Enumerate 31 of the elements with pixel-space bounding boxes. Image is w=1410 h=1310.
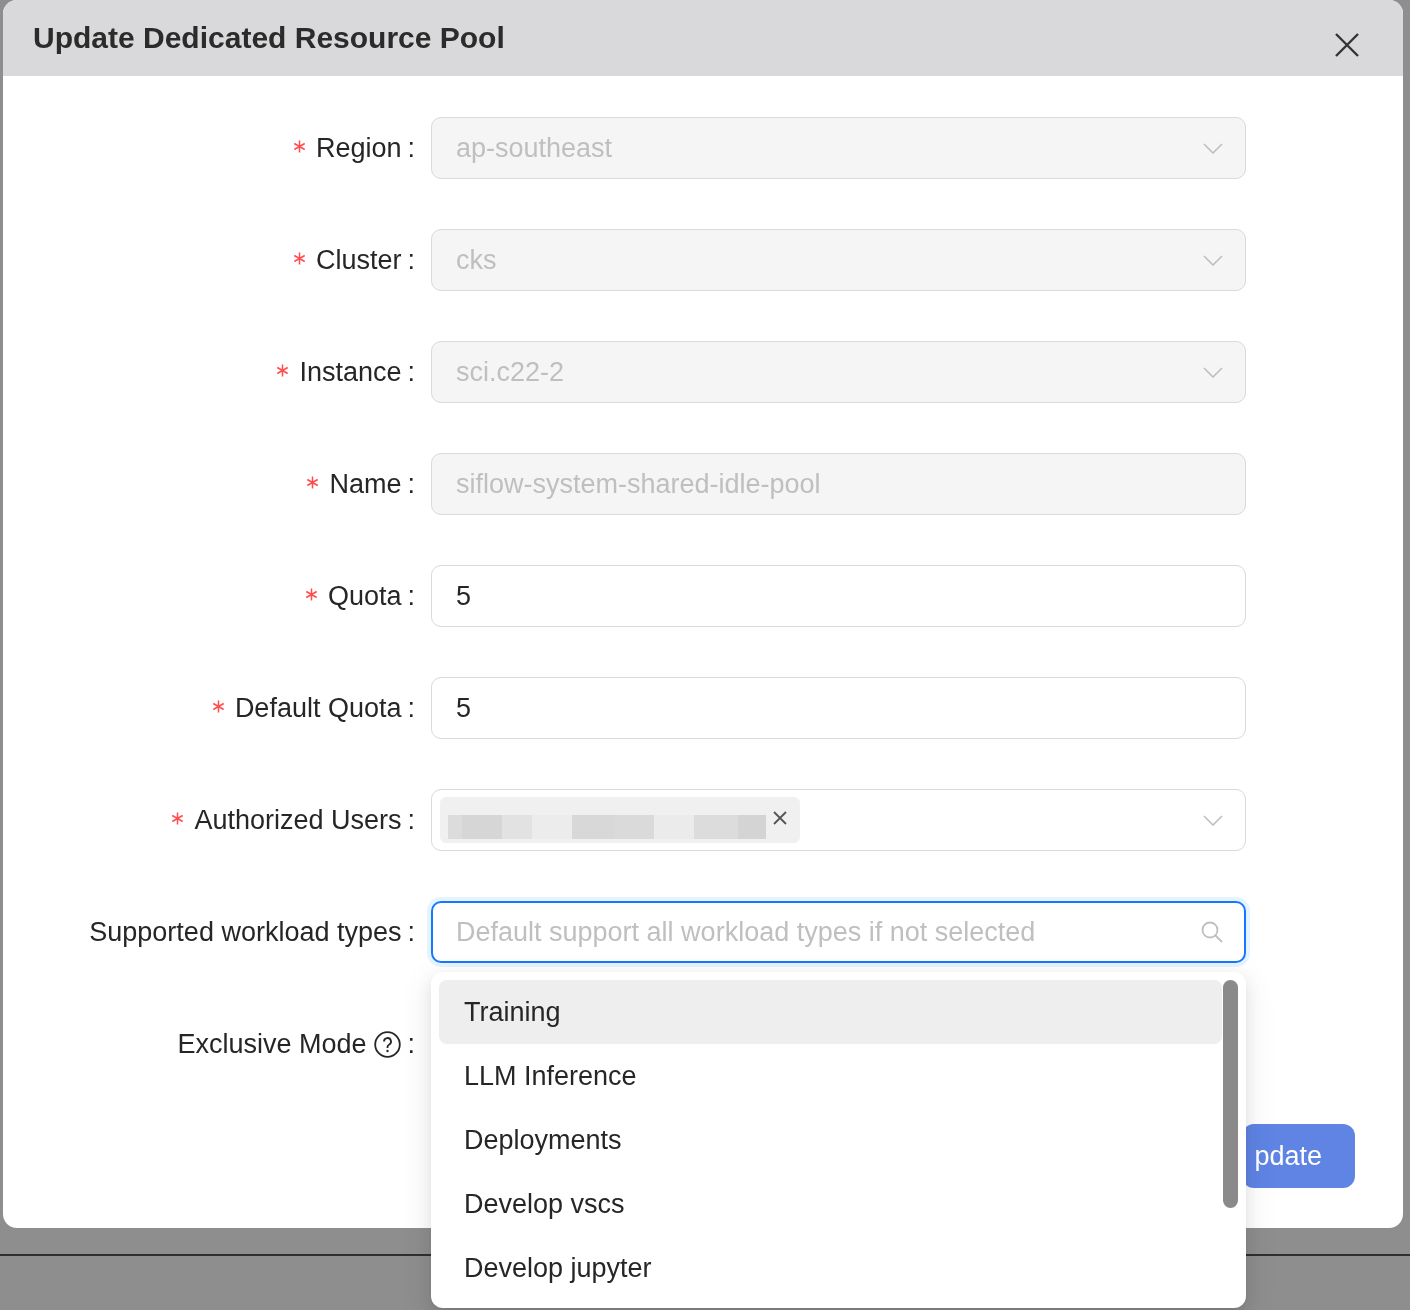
chevron-down-icon [1203, 814, 1223, 826]
field-label: Name [329, 468, 402, 501]
text-input[interactable]: 5 [431, 565, 1246, 627]
label-colon: : [407, 804, 415, 837]
label-colon: : [407, 356, 415, 389]
field-label: Region [315, 132, 402, 165]
field-label: Default Quota [234, 692, 402, 725]
search-icon [1201, 921, 1223, 943]
chevron-down-icon [1203, 254, 1223, 266]
field-label: Cluster [315, 244, 402, 277]
label-colon: : [407, 244, 415, 277]
label-colon: : [407, 692, 415, 725]
chevron-down-icon [1203, 366, 1223, 378]
label-colon: : [407, 132, 415, 165]
dropdown-option[interactable]: Training [439, 980, 1222, 1044]
field-label: Exclusive Mode [177, 1028, 367, 1061]
field-label: Quota [327, 580, 402, 613]
label-colon: : [407, 468, 415, 501]
field-label: Instance [299, 356, 402, 389]
dialog-title: Update Dedicated Resource Pool [33, 20, 505, 56]
close-icon[interactable] [1334, 32, 1360, 58]
text-input[interactable]: 5 [431, 677, 1246, 739]
chevron-down-icon [1203, 142, 1223, 154]
multi-select-field[interactable] [431, 789, 1246, 851]
label-colon: : [407, 1028, 415, 1061]
label-colon: : [407, 916, 415, 949]
scrollbar-thumb[interactable] [1223, 980, 1238, 1208]
label-colon: : [407, 580, 415, 613]
field-label: Supported workload types [89, 916, 402, 949]
field-label: Authorized Users [194, 804, 402, 837]
tag-close-icon[interactable] [772, 810, 788, 826]
